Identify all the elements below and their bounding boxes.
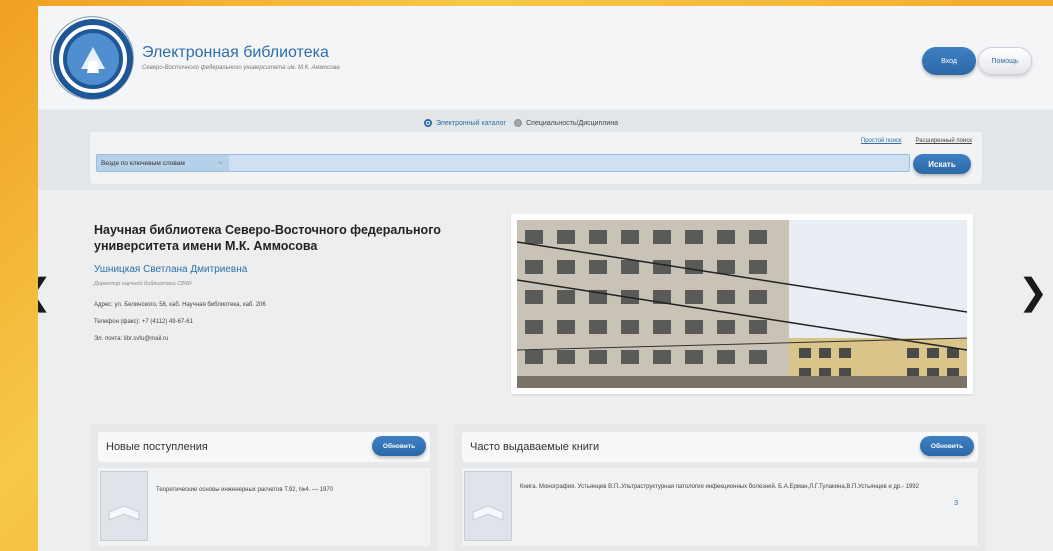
book-placeholder-icon bbox=[472, 505, 504, 521]
site-header: Электронная библиотека Северо-Восточного… bbox=[38, 6, 1053, 109]
info-carousel: ❮ Научная библиотека Северо-Восточного ф… bbox=[38, 194, 1053, 406]
book-placeholder-icon bbox=[108, 505, 140, 521]
list-item[interactable]: Теоретические основы инженерных расчетов… bbox=[98, 468, 430, 546]
site-subtitle: Северо-Восточного федерального университ… bbox=[142, 65, 340, 71]
simple-search-link[interactable]: Простой поиск bbox=[861, 138, 902, 144]
new-books-title: Новые поступления bbox=[106, 441, 208, 453]
radio-catalog[interactable]: Электронный каталог bbox=[424, 119, 506, 127]
book-cover-icon bbox=[100, 471, 148, 541]
issue-count: 3 bbox=[954, 500, 958, 507]
carousel-next-icon[interactable]: ❯ bbox=[1018, 274, 1048, 310]
search-type-links: Простой поиск Расширенный поиск bbox=[861, 138, 972, 144]
help-button[interactable]: Помощь bbox=[978, 47, 1032, 75]
popular-books-title: Часто выдаваемые книги bbox=[470, 441, 600, 453]
address-text: Адрес: ул. Белинского, 58, каб. Научная … bbox=[94, 302, 266, 308]
new-books-refresh-button[interactable]: Обновить bbox=[372, 436, 426, 456]
search-field-value: Везде по ключевым словам bbox=[101, 159, 185, 167]
library-logo[interactable] bbox=[50, 16, 134, 100]
site-title[interactable]: Электронная библиотека bbox=[142, 44, 329, 62]
chevron-down-icon: ⌵ bbox=[218, 159, 223, 166]
new-books-panel: Новые поступления Обновить Теоретические… bbox=[90, 424, 438, 551]
radio-unselected-icon bbox=[514, 119, 523, 127]
search-input[interactable] bbox=[229, 155, 909, 171]
building-photo-image bbox=[517, 220, 967, 388]
book-title[interactable]: Теоретические основы инженерных расчетов… bbox=[156, 486, 333, 494]
radio-selected-icon bbox=[424, 119, 432, 127]
new-books-header: Новые поступления Обновить bbox=[98, 432, 430, 462]
search-mode-group: Электронный каталог Специальность/Дисцип… bbox=[424, 119, 618, 127]
login-button[interactable]: Вход bbox=[922, 47, 976, 75]
popular-books-panel: Часто выдаваемые книги Обновить Книга. М… bbox=[454, 424, 986, 551]
radio-catalog-label: Электронный каталог bbox=[436, 119, 507, 127]
popular-books-refresh-button[interactable]: Обновить bbox=[920, 436, 974, 456]
search-field-select[interactable]: Везде по ключевым словам ⌵ bbox=[97, 155, 229, 171]
director-name[interactable]: Ушницкая Светлана Дмитриевна bbox=[94, 264, 247, 275]
radio-specialty[interactable]: Специальность/Дисциплина bbox=[514, 119, 618, 127]
carousel-title: Научная библиотека Северо-Восточного фед… bbox=[94, 223, 441, 253]
book-cover-icon bbox=[464, 471, 512, 541]
page-frame: Электронная библиотека Северо-Восточного… bbox=[38, 6, 1053, 551]
carousel-prev-icon[interactable]: ❮ bbox=[38, 274, 52, 310]
advanced-search-link[interactable]: Расширенный поиск bbox=[916, 138, 973, 144]
phone-text: Телефон (факс): +7 (4112) 49-67-61 bbox=[94, 319, 193, 325]
search-box: Простой поиск Расширенный поиск Везде по… bbox=[90, 132, 982, 184]
director-role: Директор научной библиотеки СВФУ bbox=[94, 281, 193, 287]
radio-specialty-label: Специальность/Дисциплина bbox=[526, 119, 619, 127]
library-building-photo bbox=[511, 214, 973, 394]
search-row: Везде по ключевым словам ⌵ bbox=[96, 154, 910, 172]
list-item[interactable]: Книга. Монография. Устьянцев В.П..Ультра… bbox=[462, 468, 978, 546]
library-logo-emblem bbox=[53, 19, 133, 99]
search-section: Электронный каталог Специальность/Дисцип… bbox=[38, 110, 1053, 190]
popular-books-header: Часто выдаваемые книги Обновить bbox=[462, 432, 978, 462]
book-title[interactable]: Книга. Монография. Устьянцев В.П..Ультра… bbox=[520, 483, 940, 491]
email-text: Эл. почта: libr.svfu@mail.ru bbox=[94, 336, 169, 342]
search-button[interactable]: Искать bbox=[913, 154, 971, 174]
